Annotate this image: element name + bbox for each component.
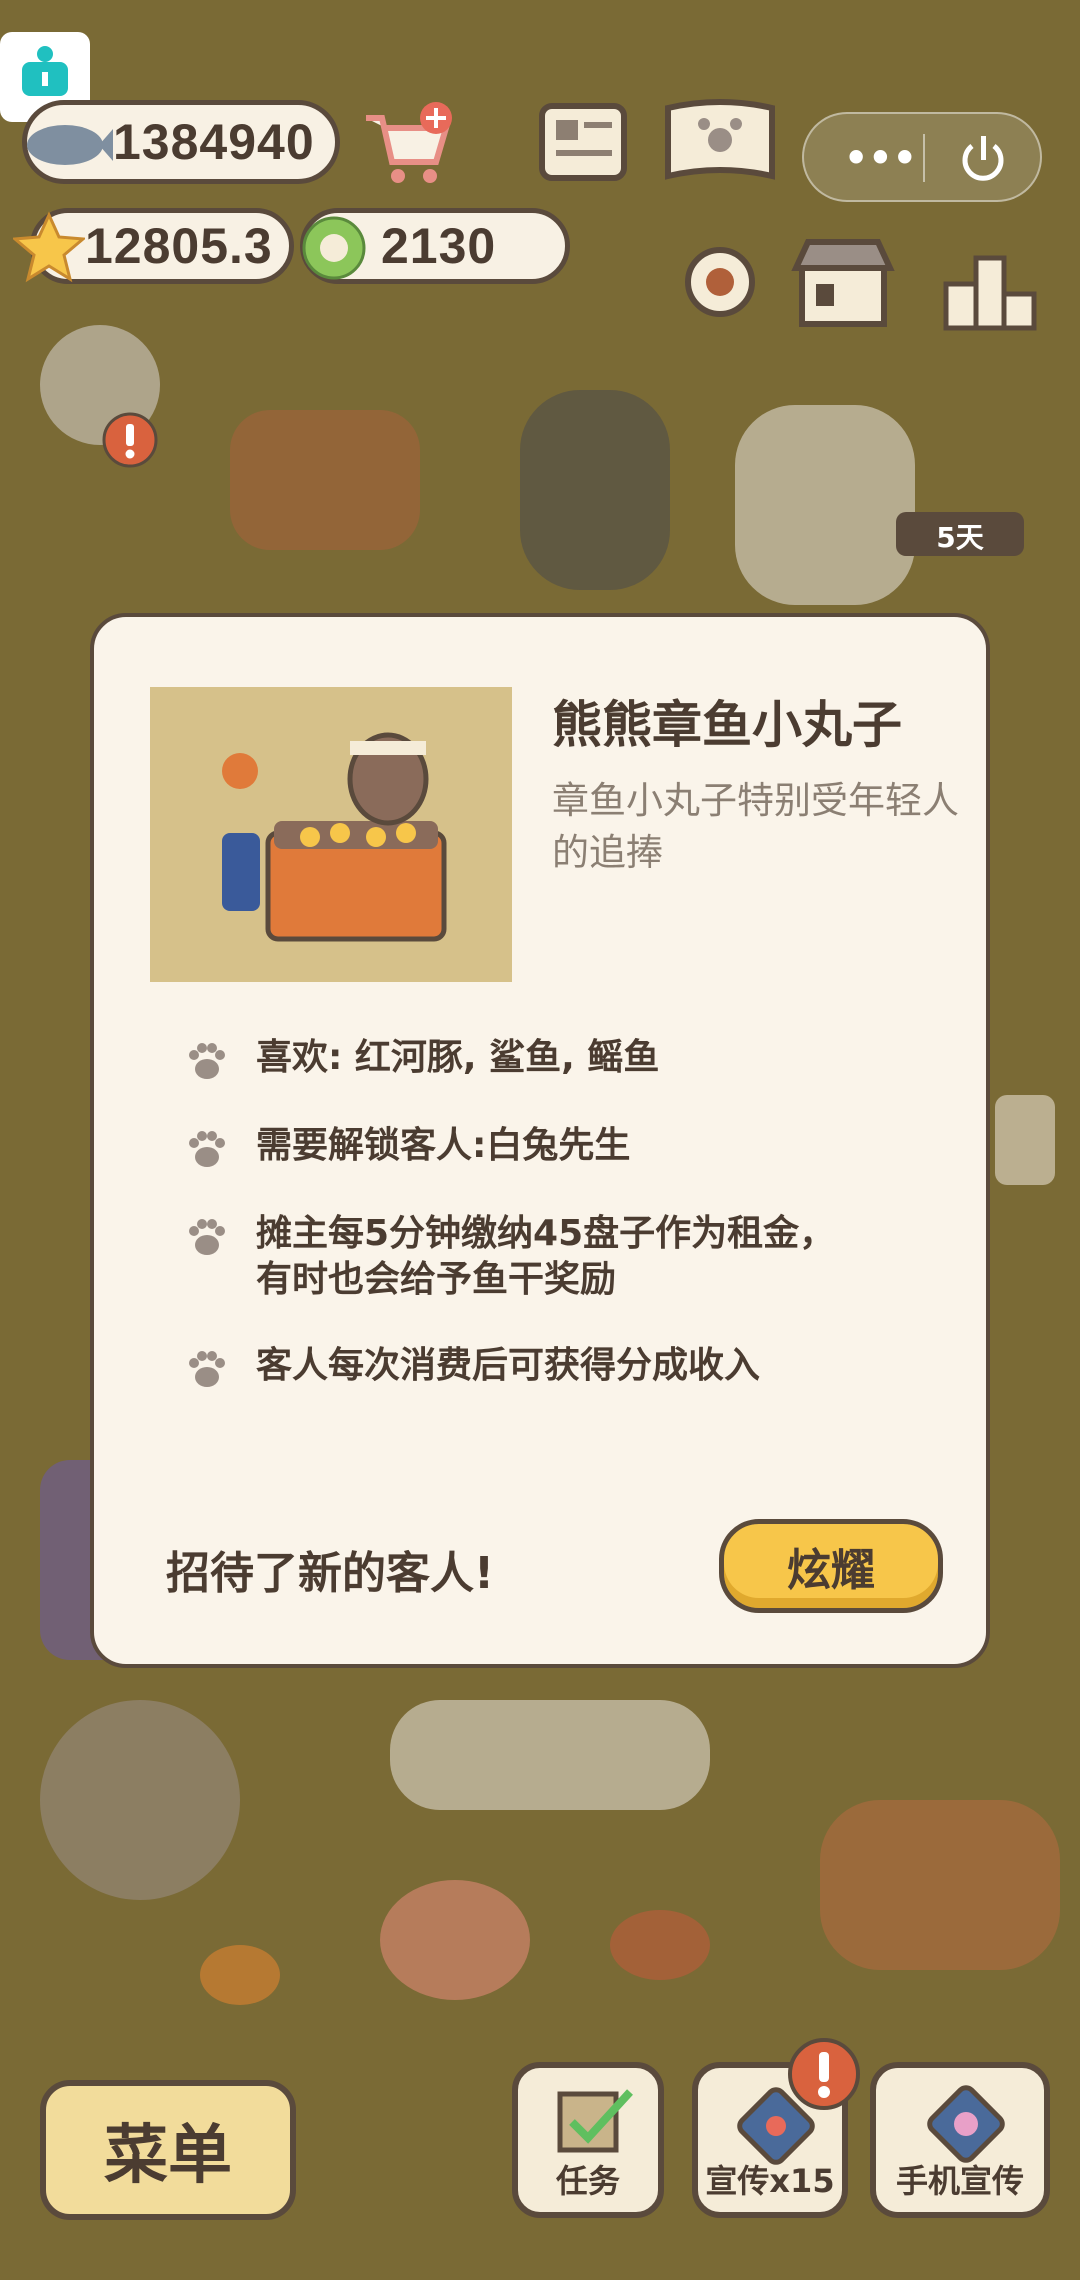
- bullet-text: 摊主每5分钟缴纳45盘子作为租金，: [256, 1213, 836, 1254]
- tasks-label: 任务: [555, 2162, 620, 2200]
- new-guest-message: 招待了新的客人!: [166, 1548, 495, 1599]
- paw-icon: [189, 1131, 225, 1167]
- menu-button[interactable]: 菜单: [40, 2080, 296, 2220]
- paw-icon: [189, 1219, 225, 1255]
- bullet-text-line2: 有时也会给予鱼干奖励: [256, 1259, 617, 1300]
- npc-alert-badge: [100, 410, 160, 470]
- paw-icon: [189, 1351, 225, 1387]
- bullet-rent: 摊主每5分钟缴纳45盘子作为租金， 有时也会给予鱼干奖励: [184, 1211, 944, 1307]
- paw-icon: [189, 1043, 225, 1079]
- bullet-unlock: 需要解锁客人:白兔先生: [184, 1123, 944, 1173]
- bullet-favorites: 喜欢: 红河豚, 鲨鱼, 鳐鱼: [184, 1035, 944, 1085]
- show-off-button[interactable]: 炫耀: [719, 1519, 943, 1613]
- bullet-text: 需要解锁客人:白兔先生: [256, 1125, 631, 1166]
- exclamation-icon: [788, 2038, 860, 2110]
- stall-thumbnail: [150, 687, 512, 982]
- alert-badge: [784, 2034, 864, 2114]
- stall-info-dialog: 熊熊章鱼小丸子 章鱼小丸子特别受年轻人的追捧 喜欢: 红河豚, 鲨鱼, 鳐鱼 需…: [90, 613, 990, 1668]
- stall-subtitle: 章鱼小丸子特别受年轻人的追捧: [552, 779, 959, 874]
- phone-promote-button[interactable]: 手机宣传: [870, 2062, 1050, 2218]
- bullet-text: 客人每次消费后可获得分成收入: [256, 1345, 761, 1386]
- exclamation-icon: [102, 412, 158, 468]
- takoyaki-stall-illustration: [222, 732, 447, 942]
- phone-poster-icon: [927, 2085, 1005, 2163]
- bullet-revenue: 客人每次消费后可获得分成收入: [184, 1343, 944, 1393]
- phone-promote-label: 手机宣传: [895, 2162, 1024, 2200]
- bullet-text: 喜欢: 红河豚, 鲨鱼, 鳐鱼: [256, 1037, 660, 1078]
- checkbox-icon: [557, 2089, 633, 2153]
- promote-label: 宣传x15: [705, 2162, 835, 2200]
- stall-title: 熊熊章鱼小丸子: [552, 696, 902, 754]
- modal-overlay: 熊熊章鱼小丸子 章鱼小丸子特别受年轻人的追捧 喜欢: 红河豚, 鲨鱼, 鳐鱼 需…: [0, 0, 1080, 2280]
- tasks-button[interactable]: 任务: [512, 2062, 664, 2218]
